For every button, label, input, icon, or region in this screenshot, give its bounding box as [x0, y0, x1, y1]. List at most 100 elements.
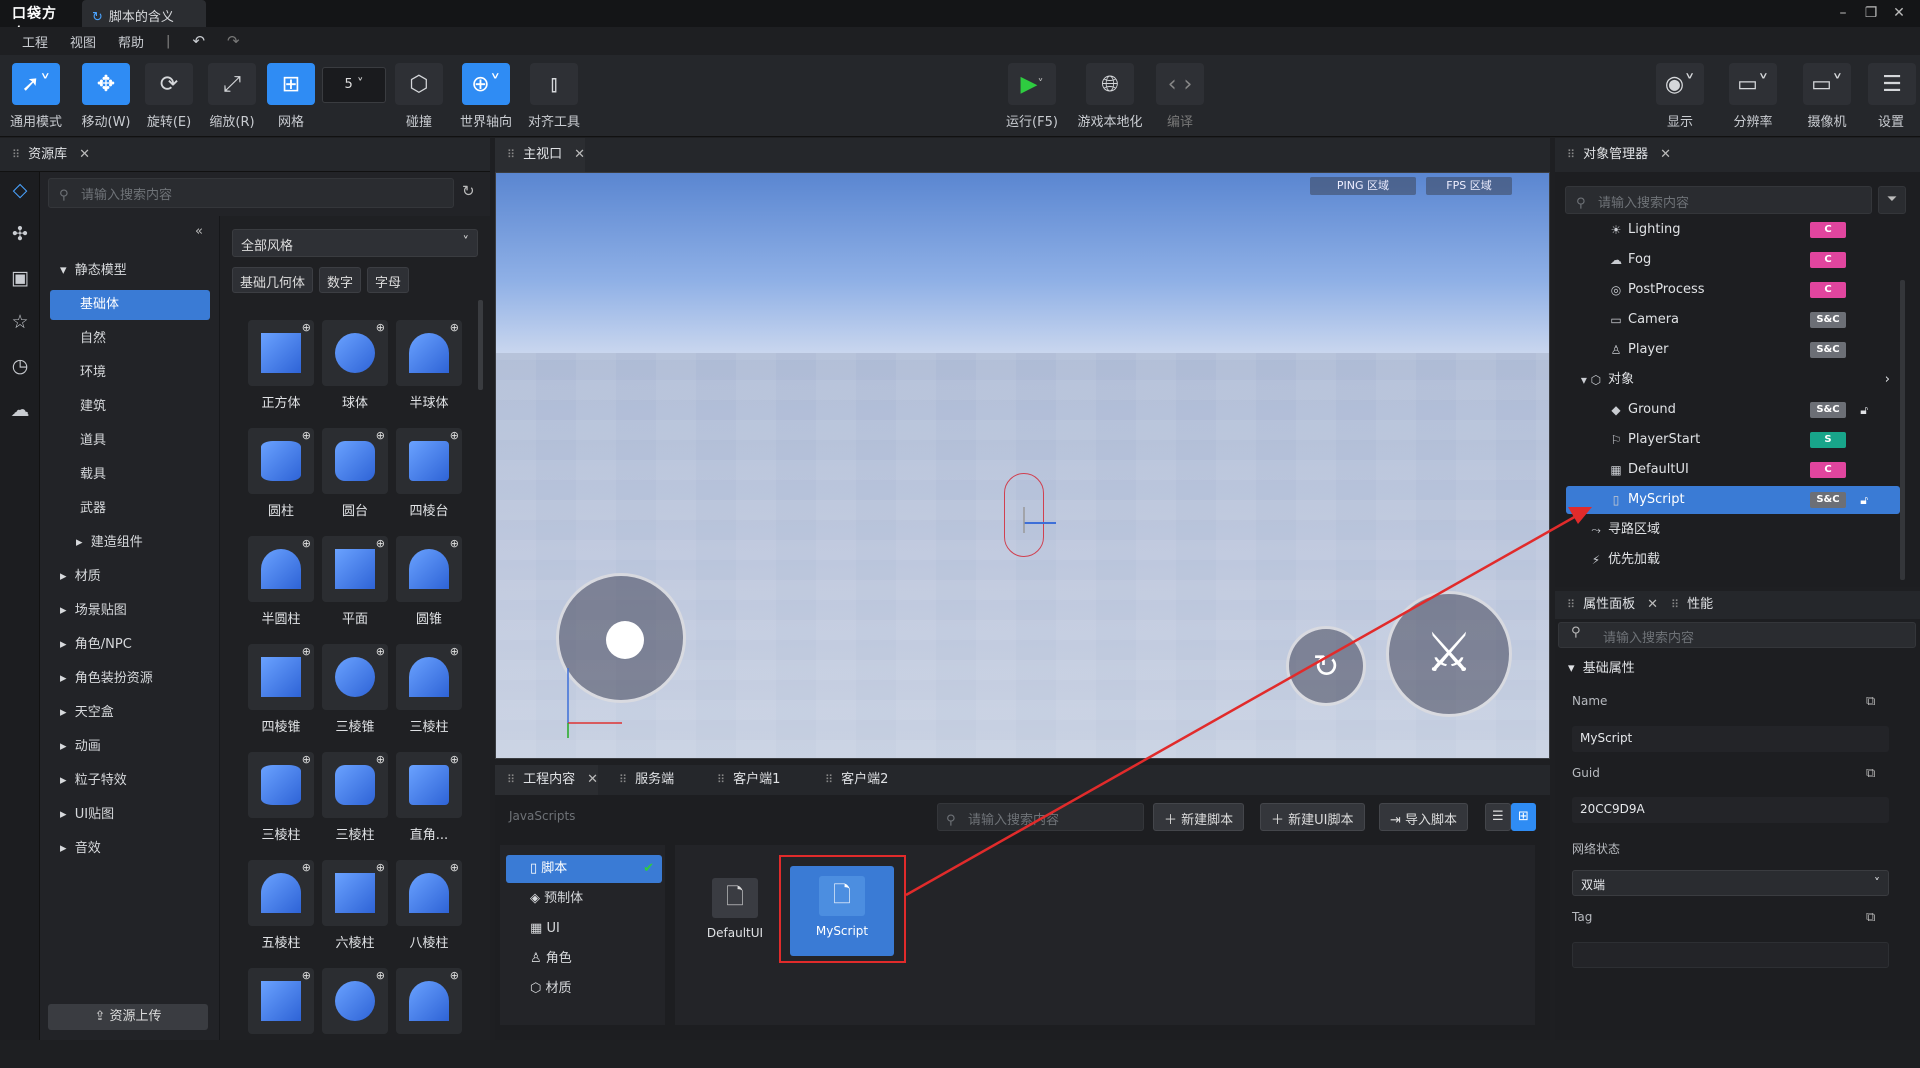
redo-icon[interactable]: ↷	[227, 32, 240, 50]
upload-asset-button[interactable]: ⇪ 资源上传	[48, 1004, 208, 1030]
asset-tile[interactable]: ⊕ 圆锥	[394, 536, 464, 636]
display-button[interactable]: ◉˅ 显示	[1655, 63, 1705, 130]
shapes-icon[interactable]: ◇	[8, 178, 32, 202]
menu-view[interactable]: 视图	[70, 32, 96, 51]
object-row[interactable]: ⚡ 优先加载	[1566, 546, 1900, 574]
tab-client1[interactable]: ⠿ 客户端1	[705, 765, 780, 795]
undo-icon[interactable]: ↶	[192, 32, 205, 50]
asset-tile[interactable]: ⊕	[320, 968, 390, 1068]
asset-tile[interactable]: ⊕ 六棱柱	[320, 860, 390, 960]
camera-button[interactable]: ▭˅ 摄像机	[1802, 63, 1852, 130]
tab-performance[interactable]: ⠿ 性能	[1659, 591, 1713, 619]
run-button[interactable]: ▶ ˅ 运行(F5)	[1002, 63, 1062, 130]
object-row[interactable]: ▦ DefaultUI C	[1566, 456, 1900, 484]
zoom-icon[interactable]: ⊕	[450, 861, 459, 874]
folder-ui[interactable]: ▦ UI	[506, 915, 662, 943]
jump-button[interactable]: ↻	[1286, 626, 1366, 706]
name-field[interactable]: MyScript	[1572, 726, 1889, 752]
zoom-icon[interactable]: ⊕	[302, 537, 311, 550]
tree-building[interactable]: 建筑	[40, 392, 220, 422]
tool-rotate[interactable]: ⟳ 旋转(E)	[141, 63, 197, 130]
zoom-icon[interactable]: ⊕	[450, 645, 459, 658]
object-row[interactable]: ▾ ⬡ 对象 ›	[1566, 366, 1900, 394]
asset-tile[interactable]: ⊕ 圆台	[320, 428, 390, 528]
chip-basic-geometry[interactable]: 基础几何体	[232, 267, 314, 293]
tool-align[interactable]: ⫾ 对齐工具	[526, 63, 582, 130]
menu-project[interactable]: 工程	[22, 32, 48, 51]
tool-grid[interactable]: ⊞ 网格	[266, 63, 316, 130]
tree-nature[interactable]: 自然	[40, 324, 220, 354]
joystick-knob[interactable]	[606, 621, 644, 659]
tool-world-axis[interactable]: ⊕˅ 世界轴向	[456, 63, 516, 130]
zoom-icon[interactable]: ⊕	[450, 429, 459, 442]
clock-icon[interactable]: ◷	[8, 354, 32, 378]
asset-search-input[interactable]: ⚲ 请输入搜索内容	[48, 178, 454, 208]
zoom-icon[interactable]: ⊕	[302, 969, 311, 982]
object-row[interactable]: ⚐ PlayerStart S	[1566, 426, 1900, 454]
tree-static-models[interactable]: ▾ 静态模型	[40, 256, 220, 286]
section-basic-properties[interactable]: ▾ 基础属性	[1568, 657, 1635, 676]
close-icon[interactable]: ✕	[574, 147, 585, 162]
zoom-icon[interactable]: ⊕	[302, 429, 311, 442]
tree-materials[interactable]: ▸ 材质	[40, 562, 220, 592]
tree-scene-textures[interactable]: ▸ 场景贴图	[40, 596, 220, 626]
asset-tile[interactable]: ⊕ 四棱锥	[246, 644, 316, 744]
zoom-icon[interactable]: ⊕	[302, 321, 311, 334]
tree-basic-shapes[interactable]: 基础体	[50, 290, 210, 320]
asset-tile[interactable]: ⊕ 圆柱	[246, 428, 316, 528]
chip-numbers[interactable]: 数字	[319, 267, 362, 293]
tree-vehicles[interactable]: 载具	[40, 460, 220, 490]
asset-tile[interactable]: ⊕ 正方体	[246, 320, 316, 420]
tree-build-components[interactable]: ▸ 建造组件	[40, 528, 220, 558]
zoom-icon[interactable]: ⊕	[302, 645, 311, 658]
tool-collision[interactable]: ⬡ 碰撞	[394, 63, 444, 130]
filter-icon[interactable]: ⏷	[1878, 186, 1906, 214]
close-icon[interactable]: ✕	[1885, 2, 1913, 24]
asset-tile[interactable]: ⊕ 半球体	[394, 320, 464, 420]
asset-scrollbar[interactable]	[478, 300, 483, 390]
asset-tile[interactable]: ⊕	[394, 968, 464, 1068]
object-row[interactable]: ◆ Ground S&C 🔓︎	[1566, 396, 1900, 424]
attack-button[interactable]: ⚔	[1386, 591, 1512, 717]
object-row[interactable]: ⤳ 寻路区域	[1566, 516, 1900, 544]
asset-tile[interactable]: ⊕ 三棱柱	[320, 752, 390, 852]
zoom-icon[interactable]: ⊕	[376, 753, 385, 766]
zoom-icon[interactable]: ⊕	[450, 537, 459, 550]
settings-button[interactable]: ☰ 设置	[1868, 63, 1916, 130]
tool-general-mode[interactable]: ➚˅ 通用模式	[8, 63, 64, 130]
zoom-icon[interactable]: ⊕	[302, 753, 311, 766]
tool-scale[interactable]: ⤢ 缩放(R)	[204, 63, 260, 130]
object-row[interactable]: ▭ Camera S&C	[1566, 306, 1900, 334]
new-ui-script-button[interactable]: ＋ 新建UI脚本	[1260, 803, 1365, 831]
copy-icon[interactable]: ⧉	[1866, 694, 1875, 709]
folder-characters[interactable]: ♙ 角色	[506, 945, 662, 973]
zoom-icon[interactable]: ⊕	[376, 429, 385, 442]
object-row[interactable]: ☁ Fog C	[1566, 246, 1900, 274]
main-viewport[interactable]: PING 区域 FPS 区域 ↻ ⚔	[495, 172, 1550, 759]
zoom-icon[interactable]: ⊕	[376, 537, 385, 550]
asset-tile[interactable]: ⊕ 八棱柱	[394, 860, 464, 960]
asset-tile[interactable]: ⊕ 球体	[320, 320, 390, 420]
folder-prefabs[interactable]: ◈ 预制体	[506, 885, 662, 913]
tree-props[interactable]: 道具	[40, 426, 220, 456]
new-script-button[interactable]: ＋ 新建脚本	[1153, 803, 1245, 831]
asset-tile[interactable]: ⊕ 三棱锥	[320, 644, 390, 744]
tree-weapons[interactable]: 武器	[40, 494, 220, 524]
tree-ui-textures[interactable]: ▸ UI贴图	[40, 800, 220, 830]
property-search-input[interactable]: 请输入搜索内容	[1558, 622, 1916, 648]
chip-letters[interactable]: 字母	[367, 267, 410, 293]
network-state-select[interactable]: 双端 ˅	[1572, 870, 1889, 896]
tab-asset-library[interactable]: ⠿ 资源库 ✕	[0, 138, 90, 172]
tree-animation[interactable]: ▸ 动画	[40, 732, 220, 762]
object-row[interactable]: ♙ Player S&C	[1566, 336, 1900, 364]
object-row[interactable]: ☀ Lighting C	[1566, 216, 1900, 244]
asset-tile[interactable]: ⊕ 直角...	[394, 752, 464, 852]
close-icon[interactable]: ✕	[79, 147, 90, 162]
menu-help[interactable]: 帮助	[118, 32, 144, 51]
lock-icon[interactable]: 🔓︎	[1860, 486, 1868, 514]
tree-characters[interactable]: ▸ 角色/NPC	[40, 630, 220, 660]
tab-server[interactable]: ⠿ 服务端	[607, 765, 674, 795]
collapse-icon[interactable]: «	[195, 224, 203, 239]
tree-outfits[interactable]: ▸ 角色装扮资源	[40, 664, 220, 694]
tab-project-content[interactable]: ⠿ 工程内容 ✕	[495, 765, 598, 795]
